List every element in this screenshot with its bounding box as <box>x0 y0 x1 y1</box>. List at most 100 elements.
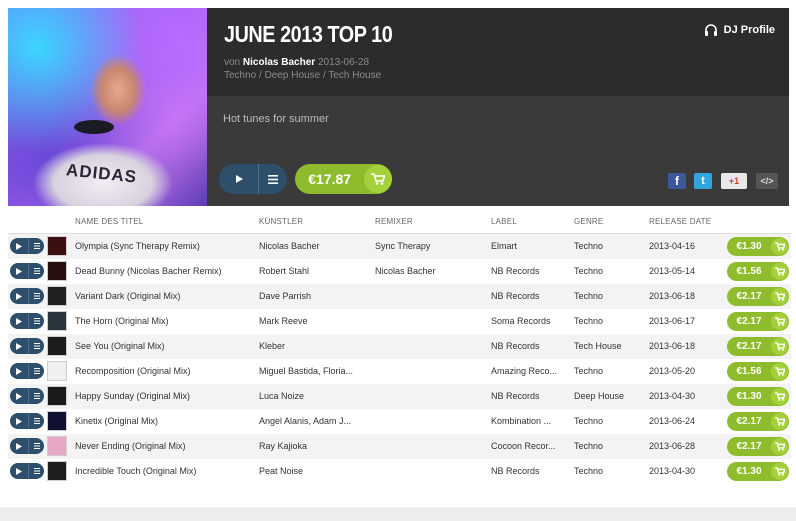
buy-track-button[interactable]: €1.30 <box>727 237 789 256</box>
track-play-button[interactable] <box>10 463 29 479</box>
track-row[interactable]: Happy Sunday (Original Mix) Luca Noize N… <box>8 384 791 409</box>
track-play-button[interactable] <box>10 413 29 429</box>
release-artist-link[interactable]: Nicolas Bacher <box>243 57 315 68</box>
track-row[interactable]: Dead Bunny (Nicolas Bacher Remix) Robert… <box>8 259 791 284</box>
track-menu-button[interactable] <box>29 313 44 329</box>
track-artist[interactable]: Ray Kajioka <box>259 441 369 451</box>
buy-track-button[interactable]: €1.56 <box>727 262 789 281</box>
track-menu-button[interactable] <box>29 363 44 379</box>
buy-track-button[interactable]: €2.17 <box>727 312 789 331</box>
track-remixer[interactable]: Sync Therapy <box>375 241 485 251</box>
column-header-artist[interactable]: KÜNSTLER <box>259 217 303 226</box>
track-artist[interactable]: Robert Stahl <box>259 266 369 276</box>
track-artist[interactable]: Mark Reeve <box>259 316 369 326</box>
track-artist[interactable]: Luca Noize <box>259 391 369 401</box>
track-genre[interactable]: Techno <box>574 291 644 301</box>
track-artist[interactable]: Kleber <box>259 341 369 351</box>
track-menu-button[interactable] <box>29 238 44 254</box>
track-play-button[interactable] <box>10 388 29 404</box>
track-label[interactable]: Cocoon Recor... <box>491 441 568 451</box>
track-label[interactable]: Kombination ... <box>491 416 568 426</box>
track-row[interactable]: Kinetix (Original Mix) Angel Alanis, Ada… <box>8 409 791 434</box>
track-artist[interactable]: Dave Parrish <box>259 291 369 301</box>
track-title[interactable]: Incredible Touch (Original Mix) <box>75 466 253 476</box>
track-label[interactable]: NB Records <box>491 266 568 276</box>
track-menu-button[interactable] <box>29 388 44 404</box>
track-genre[interactable]: Deep House <box>574 391 644 401</box>
track-thumbnail[interactable] <box>47 311 67 331</box>
track-genre[interactable]: Techno <box>574 316 644 326</box>
track-play-button[interactable] <box>10 263 29 279</box>
track-thumbnail[interactable] <box>47 436 67 456</box>
track-genre[interactable]: Tech House <box>574 341 644 351</box>
track-row[interactable]: Never Ending (Original Mix) Ray Kajioka … <box>8 434 791 459</box>
buy-release-button[interactable]: €17.87 <box>295 164 392 194</box>
track-title[interactable]: Dead Bunny (Nicolas Bacher Remix) <box>75 266 253 276</box>
track-genre[interactable]: Techno <box>574 266 644 276</box>
track-title[interactable]: Kinetix (Original Mix) <box>75 416 253 426</box>
track-thumbnail[interactable] <box>47 386 67 406</box>
track-label[interactable]: Elmart <box>491 241 568 251</box>
track-row[interactable]: Recomposition (Original Mix) Miguel Bast… <box>8 359 791 384</box>
buy-track-button[interactable]: €1.30 <box>727 387 789 406</box>
track-row[interactable]: The Horn (Original Mix) Mark Reeve Soma … <box>8 309 791 334</box>
column-header-label[interactable]: LABEL <box>491 217 517 226</box>
track-label[interactable]: Soma Records <box>491 316 568 326</box>
track-genre[interactable]: Techno <box>574 441 644 451</box>
track-row[interactable]: Incredible Touch (Original Mix) Peat Noi… <box>8 459 791 484</box>
track-thumbnail[interactable] <box>47 261 67 281</box>
track-genre[interactable]: Techno <box>574 466 644 476</box>
dj-profile-link[interactable]: DJ Profile <box>704 24 775 36</box>
track-menu-button[interactable] <box>29 438 44 454</box>
track-title[interactable]: The Horn (Original Mix) <box>75 316 253 326</box>
buy-track-button[interactable]: €2.17 <box>727 412 789 431</box>
track-artist[interactable]: Angel Alanis, Adam J... <box>259 416 369 426</box>
track-thumbnail[interactable] <box>47 361 67 381</box>
track-genre[interactable]: Techno <box>574 366 644 376</box>
track-thumbnail[interactable] <box>47 411 67 431</box>
release-genres[interactable]: Techno / Deep House / Tech House <box>224 70 381 81</box>
column-header-remixer[interactable]: REMIXER <box>375 217 413 226</box>
track-play-button[interactable] <box>10 238 29 254</box>
column-header-genre[interactable]: GENRE <box>574 217 603 226</box>
track-play-button[interactable] <box>10 288 29 304</box>
facebook-share-icon[interactable]: f <box>668 173 686 189</box>
track-thumbnail[interactable] <box>47 236 67 256</box>
playlist-menu-button[interactable] <box>259 164 287 194</box>
track-label[interactable]: NB Records <box>491 291 568 301</box>
track-title[interactable]: Happy Sunday (Original Mix) <box>75 391 253 401</box>
track-title[interactable]: Recomposition (Original Mix) <box>75 366 253 376</box>
track-menu-button[interactable] <box>29 463 44 479</box>
track-label[interactable]: Amazing Reco... <box>491 366 568 376</box>
track-menu-button[interactable] <box>29 338 44 354</box>
track-genre[interactable]: Techno <box>574 416 644 426</box>
track-menu-button[interactable] <box>29 288 44 304</box>
buy-track-button[interactable]: €1.56 <box>727 362 789 381</box>
track-play-button[interactable] <box>10 313 29 329</box>
buy-track-button[interactable]: €1.30 <box>727 462 789 481</box>
buy-track-button[interactable]: €2.17 <box>727 337 789 356</box>
column-header-title[interactable]: NAME DES TITEL <box>75 217 143 226</box>
track-play-button[interactable] <box>10 338 29 354</box>
twitter-share-icon[interactable]: t <box>694 173 712 189</box>
track-title[interactable]: Variant Dark (Original Mix) <box>75 291 253 301</box>
track-artist[interactable]: Nicolas Bacher <box>259 241 369 251</box>
track-remixer[interactable]: Nicolas Bacher <box>375 266 485 276</box>
track-label[interactable]: NB Records <box>491 391 568 401</box>
track-row[interactable]: Variant Dark (Original Mix) Dave Parrish… <box>8 284 791 309</box>
track-row[interactable]: Olympia (Sync Therapy Remix) Nicolas Bac… <box>8 234 791 259</box>
track-row[interactable]: See You (Original Mix) Kleber NB Records… <box>8 334 791 359</box>
buy-track-button[interactable]: €2.17 <box>727 287 789 306</box>
google-plus-icon[interactable]: +1 <box>721 173 747 189</box>
track-thumbnail[interactable] <box>47 286 67 306</box>
column-header-release-date[interactable]: RELEASE DATE <box>649 217 711 226</box>
track-title[interactable]: See You (Original Mix) <box>75 341 253 351</box>
track-genre[interactable]: Techno <box>574 241 644 251</box>
track-thumbnail[interactable] <box>47 461 67 481</box>
embed-code-icon[interactable]: </> <box>756 173 778 189</box>
track-thumbnail[interactable] <box>47 336 67 356</box>
track-artist[interactable]: Miguel Bastida, Floria... <box>259 366 369 376</box>
buy-track-button[interactable]: €2.17 <box>727 437 789 456</box>
track-label[interactable]: NB Records <box>491 341 568 351</box>
track-title[interactable]: Olympia (Sync Therapy Remix) <box>75 241 253 251</box>
